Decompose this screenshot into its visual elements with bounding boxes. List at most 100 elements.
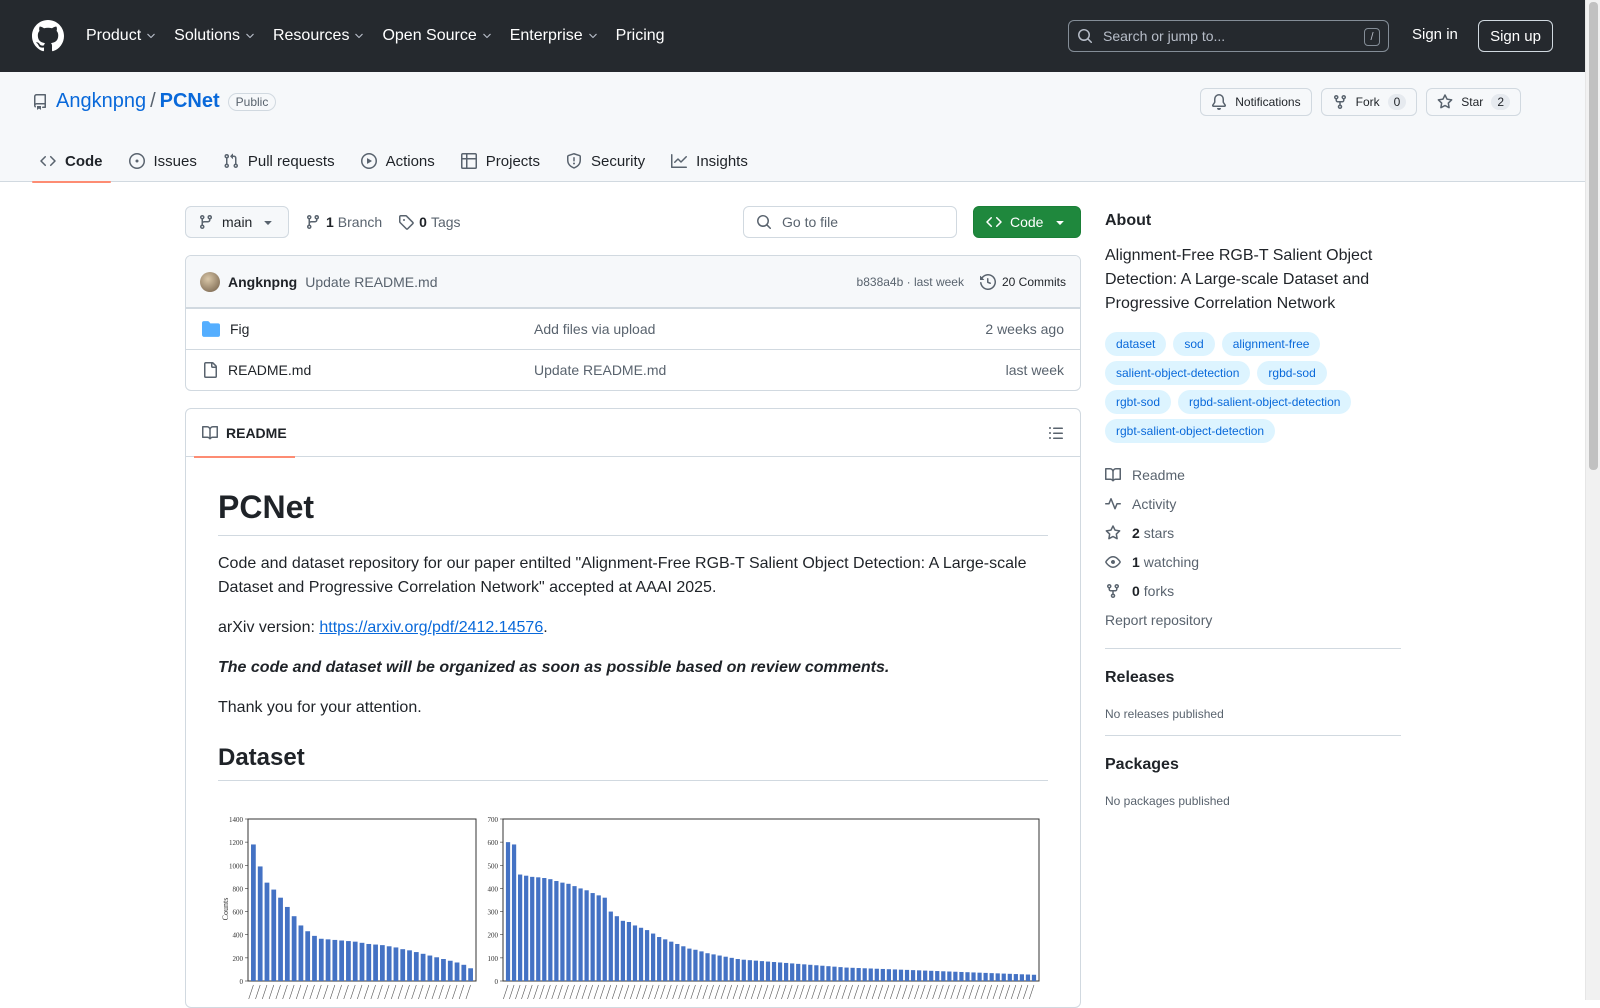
report-repository-link[interactable]: Report repository (1105, 605, 1401, 634)
topic-tag[interactable]: alignment-free (1221, 332, 1321, 356)
file-row[interactable]: README.md Update README.md last week (186, 349, 1080, 390)
right-chart-x-tick-label (648, 984, 654, 999)
commit-meta: b838a4b · last week 20 Commits (857, 273, 1066, 290)
right-chart-bar (868, 968, 873, 981)
right-chart-x-tick-label (503, 984, 509, 999)
right-chart-bar (511, 844, 517, 981)
nav-enterprise[interactable]: Enterprise (510, 27, 599, 45)
left-chart-x-tick-label (255, 984, 261, 999)
topic-tag[interactable]: salient-object-detection (1105, 361, 1251, 385)
tab-issues[interactable]: Issues (121, 140, 205, 182)
nav-open-source-label: Open Source (382, 27, 477, 44)
tab-pull-requests[interactable]: Pull requests (215, 140, 343, 182)
file-commit-message[interactable]: Add files via upload (534, 321, 985, 337)
star-button[interactable]: Star 2 (1426, 88, 1521, 116)
page-scrollbar[interactable] (1585, 0, 1600, 1000)
right-chart-bar (608, 911, 613, 981)
right-chart-x-tick-label (962, 984, 968, 999)
pull-request-icon (224, 153, 238, 169)
file-name[interactable]: Fig (230, 321, 249, 337)
nav-product[interactable]: Product (86, 27, 157, 45)
chevron-down-icon (588, 33, 597, 39)
topic-tag[interactable]: rgbt-salient-object-detection (1105, 419, 1276, 443)
file-row[interactable]: Fig Add files via upload 2 weeks ago (186, 308, 1080, 349)
commits-link[interactable]: 20 Commits (979, 273, 1066, 290)
readme-link[interactable]: Readme (1105, 460, 1401, 489)
repo-name-link[interactable]: PCNet (160, 90, 220, 113)
repo-owner-link[interactable]: Angknpng (56, 90, 146, 113)
commit-author[interactable]: Angknpng (228, 274, 297, 290)
packages-heading[interactable]: Packages (1105, 756, 1401, 774)
tab-code[interactable]: Code (32, 140, 111, 183)
avatar[interactable] (200, 271, 220, 292)
scrollbar-thumb[interactable] (1589, 2, 1598, 470)
tags-link[interactable]: 0 Tags (398, 214, 461, 230)
right-chart-bar (1001, 973, 1006, 981)
nav-resources[interactable]: Resources (273, 27, 365, 45)
right-chart-bar (517, 874, 523, 981)
file-commit-message[interactable]: Update README.md (534, 362, 1006, 378)
right-chart-x-tick-label (853, 984, 859, 999)
activity-link-label: Activity (1132, 495, 1177, 512)
commit-message[interactable]: Update README.md (305, 274, 437, 290)
topic-tag[interactable]: dataset (1105, 332, 1167, 356)
file-icon (204, 362, 217, 378)
tab-actions[interactable]: Actions (353, 140, 443, 182)
file-name-cell: Fig (202, 320, 534, 338)
left-chart-x-tick-label (248, 984, 254, 999)
github-logo-icon[interactable] (32, 20, 64, 52)
nav-pricing[interactable]: Pricing (616, 27, 665, 45)
stars-link[interactable]: 2 stars (1105, 518, 1401, 547)
watchers-link[interactable]: 1 watching (1105, 547, 1401, 576)
left-chart-bar (373, 944, 378, 981)
right-chart-bar (947, 971, 952, 981)
nav-open-source[interactable]: Open Source (382, 27, 492, 45)
global-search-input[interactable]: Search or jump to... / (1068, 20, 1389, 52)
right-chart-x-tick-label (1028, 984, 1035, 999)
right-chart-y-tick-label: 600 (488, 839, 499, 847)
right-chart-x-tick-label (793, 984, 799, 999)
topic-tag[interactable]: rgbt-sod (1105, 390, 1172, 414)
notifications-button[interactable]: Notifications (1200, 88, 1312, 116)
activity-link[interactable]: Activity (1105, 489, 1401, 518)
commit-hash[interactable]: b838a4b (857, 275, 904, 289)
right-chart-x-tick-label (762, 984, 769, 999)
forks-link[interactable]: 0 forks (1105, 576, 1401, 605)
branches-link[interactable]: 1 Branch (305, 214, 382, 230)
tab-insights[interactable]: Insights (663, 140, 756, 182)
right-chart-x-tick-label (521, 984, 527, 999)
topic-tag[interactable]: rgbd-salient-object-detection (1178, 390, 1352, 414)
left-chart-bar (434, 957, 440, 981)
sign-up-button[interactable]: Sign up (1478, 20, 1553, 52)
tags-label: Tags (430, 214, 461, 230)
commits-count: 20 Commits (1001, 274, 1066, 289)
left-chart-bar (251, 844, 256, 981)
right-chart-x-tick-label (587, 984, 593, 999)
tab-pull-requests-label: Pull requests (247, 152, 335, 170)
file-age: 2 weeks ago (985, 321, 1064, 337)
left-chart-bar (339, 940, 345, 981)
right-chart-bar (578, 888, 583, 981)
topic-tag[interactable]: sod (1173, 332, 1215, 356)
list-unordered-icon[interactable] (1048, 425, 1064, 441)
nav-solutions[interactable]: Solutions (174, 27, 256, 45)
fork-icon (1333, 95, 1346, 110)
fork-button[interactable]: Fork 0 (1320, 88, 1418, 116)
right-chart-bar (566, 883, 571, 981)
code-download-button[interactable]: Code (973, 206, 1081, 238)
tab-security[interactable]: Security (558, 140, 653, 182)
readme-tab[interactable]: README (194, 409, 295, 458)
right-chart-x-tick-label (605, 984, 612, 999)
left-chart-bar (468, 968, 473, 981)
releases-heading[interactable]: Releases (1105, 669, 1401, 687)
triangle-down-icon (1056, 221, 1064, 225)
right-chart-x-tick-label (744, 984, 751, 999)
topic-tag[interactable]: rgbd-sod (1257, 361, 1327, 385)
right-chart-x-tick-label (938, 984, 944, 999)
branch-selector[interactable]: main (185, 206, 289, 238)
go-to-file-input[interactable]: Go to file (743, 206, 957, 238)
arxiv-link[interactable]: https://arxiv.org/pdf/2412.14576 (319, 619, 543, 636)
sign-in-link[interactable]: Sign in (1412, 26, 1458, 43)
file-name[interactable]: README.md (228, 362, 311, 378)
tab-projects[interactable]: Projects (453, 140, 548, 182)
